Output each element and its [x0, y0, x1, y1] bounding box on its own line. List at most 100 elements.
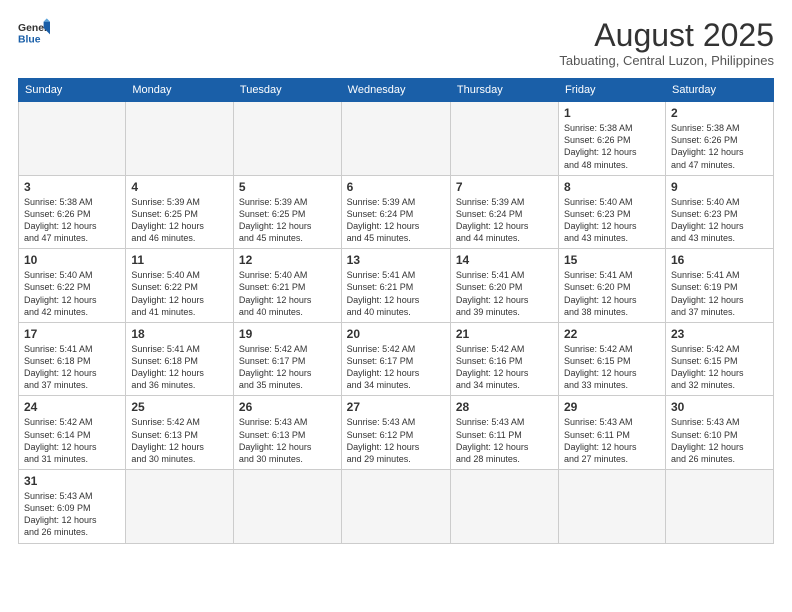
calendar-cell — [665, 470, 773, 544]
page: General Blue August 2025 Tabuating, Cent… — [0, 0, 792, 612]
weekday-header-saturday: Saturday — [665, 79, 773, 102]
day-info: Sunrise: 5:42 AM Sunset: 6:17 PM Dayligh… — [239, 343, 336, 392]
day-number: 17 — [24, 327, 120, 341]
day-number: 19 — [239, 327, 336, 341]
calendar-cell: 15Sunrise: 5:41 AM Sunset: 6:20 PM Dayli… — [559, 249, 666, 323]
day-info: Sunrise: 5:39 AM Sunset: 6:24 PM Dayligh… — [456, 196, 553, 245]
calendar-cell — [559, 470, 666, 544]
day-number: 22 — [564, 327, 660, 341]
location: Tabuating, Central Luzon, Philippines — [559, 53, 774, 68]
day-number: 7 — [456, 180, 553, 194]
calendar-cell: 26 Sunrise: 5:43 AM Sunset: 6:13 PM Dayli… — [233, 396, 341, 470]
day-number: 29 — [564, 400, 660, 414]
calendar-week-row: 3 Sunrise: 5:38 AM Sunset: 6:26 PM Daylig… — [19, 175, 774, 249]
day-number: 8 — [564, 180, 660, 194]
day-info: Sunrise: 5:38 AM Sunset: 6:26 PM Dayligh… — [671, 122, 768, 171]
day-number: 23 — [671, 327, 768, 341]
day-info: Sunrise: 5:43 AM Sunset: 6:12 PM Dayligh… — [347, 416, 445, 465]
day-info: Sunrise: 5:43 AM Sunset: 6:10 PM Dayligh… — [671, 416, 768, 465]
calendar-cell: 13Sunrise: 5:41 AM Sunset: 6:21 PM Dayli… — [341, 249, 450, 323]
day-number: 30 — [671, 400, 768, 414]
calendar-cell: 10Sunrise: 5:40 AM Sunset: 6:22 PM Dayli… — [19, 249, 126, 323]
calendar-week-row: 24Sunrise: 5:42 AM Sunset: 6:14 PM Dayli… — [19, 396, 774, 470]
day-number: 5 — [239, 180, 336, 194]
calendar-cell: 28 Sunrise: 5:43 AM Sunset: 6:11 PM Dayli… — [450, 396, 558, 470]
day-number: 3 — [24, 180, 120, 194]
day-info: Sunrise: 5:39 AM Sunset: 6:25 PM Dayligh… — [131, 196, 228, 245]
day-number: 31 — [24, 474, 120, 488]
calendar-cell — [341, 470, 450, 544]
day-info: Sunrise: 5:43 AM Sunset: 6:13 PM Dayligh… — [239, 416, 336, 465]
day-info: Sunrise: 5:39 AM Sunset: 6:25 PM Dayligh… — [239, 196, 336, 245]
logo: General Blue — [18, 18, 50, 46]
calendar-cell — [126, 102, 234, 176]
calendar-cell: 6 Sunrise: 5:39 AM Sunset: 6:24 PM Daylig… — [341, 175, 450, 249]
calendar-cell: 2 Sunrise: 5:38 AM Sunset: 6:26 PM Daylig… — [665, 102, 773, 176]
weekday-header-row: SundayMondayTuesdayWednesdayThursdayFrid… — [19, 79, 774, 102]
day-number: 24 — [24, 400, 120, 414]
calendar-cell: 17 Sunrise: 5:41 AM Sunset: 6:18 PM Dayli… — [19, 322, 126, 396]
calendar-week-row: 17 Sunrise: 5:41 AM Sunset: 6:18 PM Dayli… — [19, 322, 774, 396]
day-number: 26 — [239, 400, 336, 414]
day-info: Sunrise: 5:41 AM Sunset: 6:19 PM Dayligh… — [671, 269, 768, 318]
day-number: 20 — [347, 327, 445, 341]
calendar-cell: 16 Sunrise: 5:41 AM Sunset: 6:19 PM Dayli… — [665, 249, 773, 323]
day-number: 2 — [671, 106, 768, 120]
calendar-cell: 24Sunrise: 5:42 AM Sunset: 6:14 PM Dayli… — [19, 396, 126, 470]
logo-icon: General Blue — [18, 18, 50, 46]
calendar-cell: 8Sunrise: 5:40 AM Sunset: 6:23 PM Daylig… — [559, 175, 666, 249]
day-number: 9 — [671, 180, 768, 194]
calendar-cell: 21Sunrise: 5:42 AM Sunset: 6:16 PM Dayli… — [450, 322, 558, 396]
day-info: Sunrise: 5:42 AM Sunset: 6:13 PM Dayligh… — [131, 416, 228, 465]
calendar-cell: 30 Sunrise: 5:43 AM Sunset: 6:10 PM Dayli… — [665, 396, 773, 470]
calendar-cell — [233, 470, 341, 544]
day-info: Sunrise: 5:42 AM Sunset: 6:15 PM Dayligh… — [564, 343, 660, 392]
calendar-cell: 4 Sunrise: 5:39 AM Sunset: 6:25 PM Daylig… — [126, 175, 234, 249]
day-info: Sunrise: 5:43 AM Sunset: 6:11 PM Dayligh… — [564, 416, 660, 465]
calendar-week-row: 10Sunrise: 5:40 AM Sunset: 6:22 PM Dayli… — [19, 249, 774, 323]
calendar-cell: 3 Sunrise: 5:38 AM Sunset: 6:26 PM Daylig… — [19, 175, 126, 249]
calendar-cell: 14Sunrise: 5:41 AM Sunset: 6:20 PM Dayli… — [450, 249, 558, 323]
day-info: Sunrise: 5:42 AM Sunset: 6:17 PM Dayligh… — [347, 343, 445, 392]
calendar-cell: 11Sunrise: 5:40 AM Sunset: 6:22 PM Dayli… — [126, 249, 234, 323]
weekday-header-wednesday: Wednesday — [341, 79, 450, 102]
calendar-cell: 29 Sunrise: 5:43 AM Sunset: 6:11 PM Dayli… — [559, 396, 666, 470]
calendar-cell: 23 Sunrise: 5:42 AM Sunset: 6:15 PM Dayli… — [665, 322, 773, 396]
day-number: 15 — [564, 253, 660, 267]
day-info: Sunrise: 5:43 AM Sunset: 6:11 PM Dayligh… — [456, 416, 553, 465]
calendar-cell: 18 Sunrise: 5:41 AM Sunset: 6:18 PM Dayli… — [126, 322, 234, 396]
calendar-cell: 31 Sunrise: 5:43 AM Sunset: 6:09 PM Dayli… — [19, 470, 126, 544]
day-info: Sunrise: 5:43 AM Sunset: 6:09 PM Dayligh… — [24, 490, 120, 539]
calendar-cell — [126, 470, 234, 544]
day-number: 27 — [347, 400, 445, 414]
day-info: Sunrise: 5:41 AM Sunset: 6:20 PM Dayligh… — [456, 269, 553, 318]
day-info: Sunrise: 5:38 AM Sunset: 6:26 PM Dayligh… — [24, 196, 120, 245]
day-info: Sunrise: 5:40 AM Sunset: 6:23 PM Dayligh… — [671, 196, 768, 245]
calendar-cell: 19 Sunrise: 5:42 AM Sunset: 6:17 PM Dayli… — [233, 322, 341, 396]
day-info: Sunrise: 5:38 AM Sunset: 6:26 PM Dayligh… — [564, 122, 660, 171]
day-number: 10 — [24, 253, 120, 267]
day-number: 21 — [456, 327, 553, 341]
day-number: 1 — [564, 106, 660, 120]
calendar-cell: 25Sunrise: 5:42 AM Sunset: 6:13 PM Dayli… — [126, 396, 234, 470]
day-info: Sunrise: 5:39 AM Sunset: 6:24 PM Dayligh… — [347, 196, 445, 245]
calendar-cell: 12Sunrise: 5:40 AM Sunset: 6:21 PM Dayli… — [233, 249, 341, 323]
day-info: Sunrise: 5:41 AM Sunset: 6:18 PM Dayligh… — [24, 343, 120, 392]
day-number: 12 — [239, 253, 336, 267]
day-info: Sunrise: 5:41 AM Sunset: 6:18 PM Dayligh… — [131, 343, 228, 392]
day-info: Sunrise: 5:41 AM Sunset: 6:21 PM Dayligh… — [347, 269, 445, 318]
svg-text:Blue: Blue — [18, 34, 41, 45]
calendar-week-row: 1 Sunrise: 5:38 AM Sunset: 6:26 PM Daylig… — [19, 102, 774, 176]
header: General Blue August 2025 Tabuating, Cent… — [18, 18, 774, 68]
calendar-cell: 9 Sunrise: 5:40 AM Sunset: 6:23 PM Daylig… — [665, 175, 773, 249]
day-number: 16 — [671, 253, 768, 267]
calendar-cell — [341, 102, 450, 176]
weekday-header-tuesday: Tuesday — [233, 79, 341, 102]
month-year: August 2025 — [559, 18, 774, 53]
day-number: 18 — [131, 327, 228, 341]
day-number: 6 — [347, 180, 445, 194]
day-info: Sunrise: 5:42 AM Sunset: 6:15 PM Dayligh… — [671, 343, 768, 392]
day-number: 28 — [456, 400, 553, 414]
calendar-cell: 20 Sunrise: 5:42 AM Sunset: 6:17 PM Dayli… — [341, 322, 450, 396]
day-number: 4 — [131, 180, 228, 194]
